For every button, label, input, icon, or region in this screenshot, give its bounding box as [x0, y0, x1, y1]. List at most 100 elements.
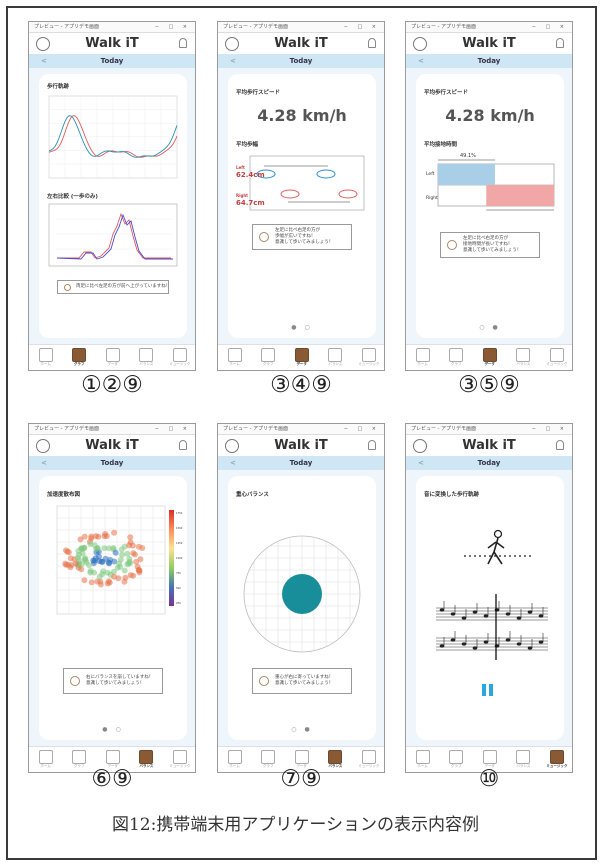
face-icon: [259, 676, 269, 686]
nav-label: ホーム: [40, 362, 51, 366]
content-card: 音に変換した歩行軌跡: [416, 476, 564, 740]
home-icon: [415, 750, 430, 764]
window-titlebar: プレビュー - アプリデモ画面 − □ ×: [218, 424, 384, 435]
window-title: プレビュー - アプリデモ画面: [34, 426, 99, 432]
window-title: プレビュー - アプリデモ画面: [411, 426, 476, 432]
date-label: Today: [100, 57, 124, 65]
advice-text: 左足に比べ右足の方が 歩幅が広いですね！ 意識して歩いてみましょう！: [275, 228, 334, 245]
nav-item-0[interactable]: ホーム: [218, 347, 251, 370]
bell-icon[interactable]: [368, 38, 376, 48]
scatter-point: [127, 534, 134, 541]
app-screen-1: プレビュー - アプリデモ画面 − □ × Walk iT < Today 歩行軌跡 左右比…: [28, 21, 196, 371]
note-head: [472, 610, 478, 614]
scatter-point: [135, 543, 142, 550]
date-bar: < Today: [218, 54, 384, 68]
bell-icon[interactable]: [556, 440, 564, 450]
app-title: Walk iT: [85, 438, 139, 453]
scatter-point: [87, 541, 94, 548]
scatter-point: [94, 545, 101, 551]
walking-person-icon: [493, 529, 503, 539]
bottom-nav: ホーム グラフ データ バランス ミュージック: [29, 344, 195, 370]
note-head: [505, 612, 511, 616]
nav-item-2[interactable]: データ: [473, 347, 506, 370]
bell-icon[interactable]: [368, 440, 376, 450]
left-label: Left: [426, 172, 435, 177]
date-label: Today: [289, 57, 313, 65]
advice-message: 右にバランスを崩していますね！ 意識して歩いてみましょう！: [63, 668, 163, 694]
page-indicator[interactable]: ● ○: [228, 324, 376, 331]
window-title: プレビュー - アプリデモ画面: [34, 24, 99, 30]
nav-label: グラフ: [262, 362, 274, 366]
page-indicator[interactable]: ○ ●: [228, 726, 376, 733]
window-controls[interactable]: − □ ×: [155, 424, 191, 435]
color-scale-tick: 1000: [176, 557, 183, 560]
content-card: 歩行軌跡 左右比較 (一歩のみ) 両足に比べ左足の方が前へ上がっていますね！: [39, 74, 187, 338]
bell-icon[interactable]: [556, 38, 564, 48]
center-of-gravity-disk: [282, 574, 322, 614]
nav-label: グラフ: [73, 362, 85, 366]
window-controls[interactable]: − □ ×: [532, 424, 568, 435]
note-head: [483, 640, 489, 644]
date-label: Today: [477, 57, 501, 65]
note-head: [472, 646, 478, 650]
color-scale-tick: 750: [176, 572, 181, 575]
window-controls[interactable]: − □ ×: [155, 22, 191, 33]
scatter-point: [72, 560, 79, 567]
nav-item-3[interactable]: バランス: [507, 347, 540, 370]
window-controls[interactable]: − □ ×: [532, 22, 568, 33]
window-controls[interactable]: − □ ×: [344, 424, 380, 435]
nav-item-4[interactable]: ミュージック: [540, 347, 572, 370]
nav-item-1[interactable]: グラフ: [440, 347, 473, 370]
person-icon: [139, 348, 154, 362]
app-header: Walk iT: [218, 435, 384, 456]
scatter-point: [134, 563, 141, 570]
music-note-icon: [361, 750, 376, 764]
app-screen-6: プレビュー - アプリデモ画面 − □ × Walk iT < Today 音に変換した歩…: [405, 423, 573, 773]
footprint-icon: [294, 750, 309, 764]
nav-item-2[interactable]: データ: [96, 347, 129, 370]
nav-item-3[interactable]: バランス: [130, 347, 163, 370]
footprint-icon: [482, 750, 497, 764]
advice-message: 重心が右に寄っていますね！ 意識して歩いてみましょう！: [252, 668, 352, 694]
bottom-nav: ホーム グラフ データ バランス ミュージック: [218, 344, 384, 370]
scatter-point: [126, 542, 133, 549]
scatter-point: [95, 533, 102, 540]
window-controls[interactable]: − □ ×: [344, 22, 380, 33]
bottom-nav: ホーム グラフ データ バランス ミュージック: [406, 344, 572, 370]
panel-caption: ⑥⑨: [91, 766, 133, 792]
left-contact-bar: [438, 164, 495, 185]
note-head: [516, 616, 522, 620]
nav-item-4[interactable]: ミュージック: [163, 347, 195, 370]
card-graphics: [243, 535, 361, 653]
page-indicator[interactable]: ○ ●: [416, 324, 564, 331]
note-head: [527, 610, 533, 614]
face-icon: [447, 240, 457, 250]
page-indicator[interactable]: ● ○: [39, 726, 187, 733]
nav-item-1[interactable]: グラフ: [252, 347, 285, 370]
music-note-icon: [172, 348, 187, 362]
date-bar: < Today: [218, 456, 384, 470]
note-head: [439, 644, 445, 648]
scatter-point: [116, 560, 123, 567]
nav-item-1[interactable]: グラフ: [63, 347, 96, 370]
nav-item-3[interactable]: バランス: [319, 347, 352, 370]
card-graphics: [56, 505, 174, 615]
music-note-icon: [549, 348, 564, 362]
window-title: プレビュー - アプリデモ画面: [223, 24, 288, 30]
card-graphics: [436, 529, 548, 696]
advice-message: 左足に比べ右足の方が 歩幅が広いですね！ 意識して歩いてみましょう！: [252, 224, 352, 250]
scatter-point: [104, 569, 111, 576]
average-speed-value: 4.28 km/h: [445, 106, 535, 125]
panel-caption: ⑦⑨: [280, 766, 322, 792]
nav-item-0[interactable]: ホーム: [29, 347, 62, 370]
scatter-point: [62, 560, 69, 567]
nav-item-0[interactable]: ホーム: [406, 347, 439, 370]
bell-icon[interactable]: [179, 440, 187, 450]
bell-icon[interactable]: [179, 38, 187, 48]
nav-item-4[interactable]: ミュージック: [352, 347, 384, 370]
date-bar: < Today: [406, 54, 572, 68]
figure-caption: 図12:携帯端末用アプリケーションの表示内容例: [111, 815, 480, 835]
advice-text: 右にバランスを崩していますね！ 意識して歩いてみましょう！: [86, 675, 154, 686]
right-label: Right: [426, 196, 438, 201]
nav-item-2[interactable]: データ: [285, 347, 318, 370]
